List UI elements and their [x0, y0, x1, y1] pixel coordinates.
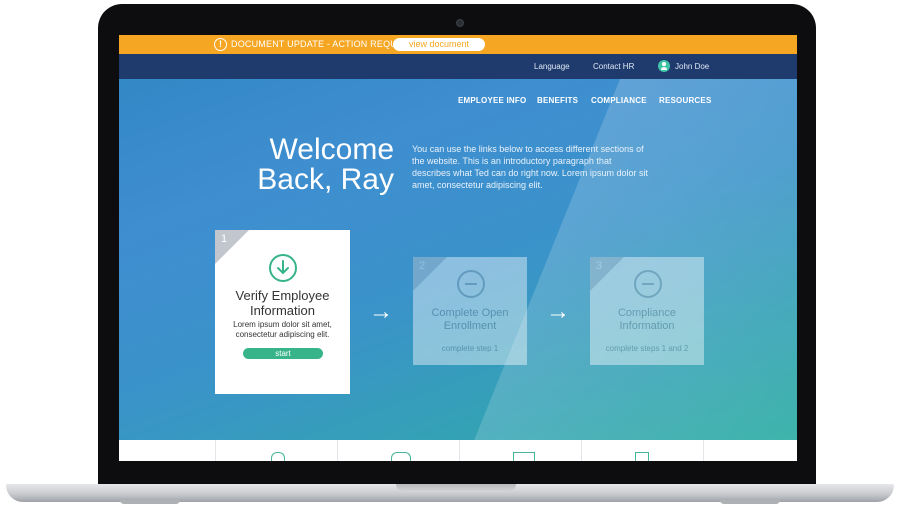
welcome-line-2: Back, Ray: [257, 163, 394, 196]
step-title: Compliance Information: [590, 307, 704, 333]
step-number: 1: [221, 233, 228, 245]
divider: [337, 440, 338, 461]
person-icon[interactable]: [271, 452, 285, 461]
document-icon[interactable]: [635, 452, 649, 461]
webcam: [456, 19, 464, 27]
step-desc-line-1: Lorem ipsum dolor sit amet,: [233, 320, 332, 329]
blocked-icon: [634, 270, 662, 298]
bottom-links-strip: [119, 440, 797, 461]
step-desc-line-2: consectetur adipiscing elit.: [235, 330, 330, 339]
user-avatar-icon[interactable]: [658, 60, 670, 72]
step-title: Complete Open Enrollment: [413, 307, 527, 333]
step-description: Lorem ipsum dolor sit amet, consectetur …: [215, 320, 350, 340]
user-name[interactable]: John Doe: [675, 62, 709, 71]
step-title: Verify Employee Information: [215, 288, 350, 318]
checklist-icon[interactable]: [513, 452, 535, 461]
laptop-notch: [396, 484, 516, 492]
step-status: complete step 1: [441, 344, 499, 353]
nav-resources[interactable]: RESOURCES: [659, 96, 711, 105]
step-card-3: 3 Compliance Information complete steps …: [590, 257, 704, 365]
divider: [215, 440, 216, 461]
laptop-foot: [120, 500, 180, 504]
arrow-right-icon: →: [546, 298, 570, 325]
laptop-foot: [720, 500, 780, 504]
step-title-line-2: Information: [619, 320, 675, 332]
alert-text: DOCUMENT UPDATE - ACTION REQUIRED: [231, 39, 420, 49]
alert-circle-icon: !: [214, 38, 227, 51]
utility-bar: Language Contact HR John Doe: [119, 54, 797, 79]
intro-paragraph: You can use the links below to access di…: [412, 144, 648, 190]
blocked-icon: [457, 270, 485, 298]
arrow-right-icon: →: [369, 298, 393, 325]
welcome-line-1: Welcome: [269, 133, 394, 166]
step-card-2: 2 Complete Open Enrollment complete step…: [413, 257, 527, 365]
nav-employee-info[interactable]: EMPLOYEE INFO: [458, 96, 526, 105]
language-link[interactable]: Language: [534, 62, 570, 71]
step-title-line-1: Compliance: [617, 307, 677, 319]
step-number: 3: [596, 260, 603, 272]
divider: [703, 440, 704, 461]
step-title-line-2: Enrollment: [443, 320, 497, 332]
nav-compliance[interactable]: COMPLIANCE: [591, 96, 647, 105]
view-document-button[interactable]: view document: [393, 38, 485, 51]
step-title-line-2: Information: [249, 303, 316, 318]
divider: [459, 440, 460, 461]
welcome-heading: Welcome Back, Ray: [229, 135, 394, 195]
step-card-1[interactable]: 1 Verify Employee Information Lorem ipsu…: [215, 230, 350, 394]
divider: [581, 440, 582, 461]
alert-bar: ! DOCUMENT UPDATE - ACTION REQUIRED view…: [119, 35, 797, 54]
screen: ! DOCUMENT UPDATE - ACTION REQUIRED view…: [119, 35, 797, 461]
contact-hr-link[interactable]: Contact HR: [593, 62, 634, 71]
heart-icon[interactable]: [391, 452, 411, 461]
step-title-line-1: Verify Employee: [235, 288, 330, 303]
nav-benefits[interactable]: BENEFITS: [537, 96, 578, 105]
start-button[interactable]: start: [243, 348, 323, 359]
step-title-line-1: Complete Open: [431, 307, 509, 319]
step-status: complete steps 1 and 2: [605, 344, 689, 353]
step-number: 2: [419, 260, 426, 272]
download-arrow-icon: [269, 254, 297, 282]
